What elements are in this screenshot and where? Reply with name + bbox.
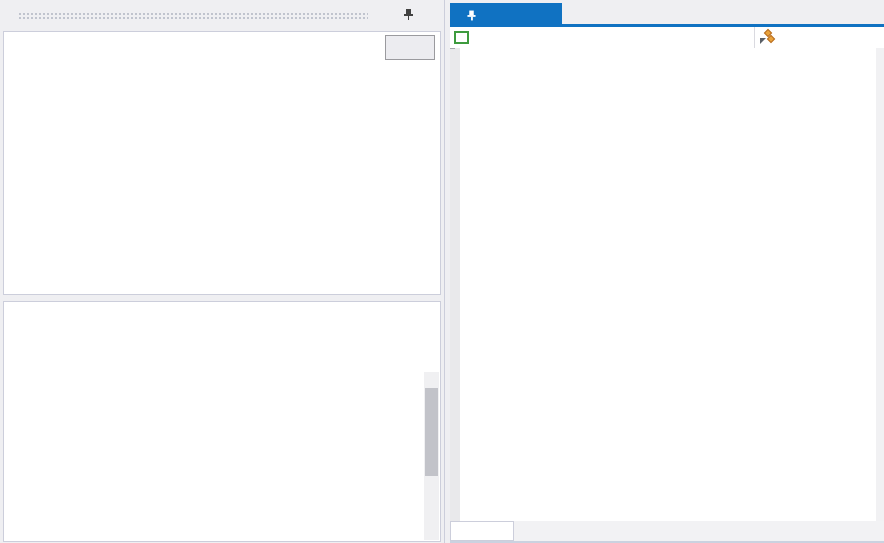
properties-panel [3, 301, 441, 542]
scroll-down-icon[interactable] [424, 525, 439, 540]
titlebar-drag-grip[interactable] [18, 12, 368, 19]
syntax-visualizer-tool-window [0, 0, 445, 543]
property-type-row [37, 329, 69, 343]
tool-window-titlebar [0, 0, 444, 29]
window-position-menu-icon[interactable] [378, 6, 398, 24]
type-dropdown[interactable] [755, 27, 884, 48]
editor-bottom-bar [450, 521, 884, 543]
scroll-up-icon[interactable] [424, 372, 439, 387]
horizontal-scrollbar-track[interactable] [514, 521, 884, 541]
csharp-project-icon [454, 31, 469, 44]
editor-vertical-scrollbar[interactable] [876, 48, 884, 521]
breakpoint-margin[interactable] [450, 48, 460, 521]
pin-icon [404, 9, 413, 20]
document-tab-strip [450, 0, 884, 27]
scrollbar-thumb[interactable] [425, 388, 438, 476]
editor-navigation-bar [450, 27, 884, 49]
project-dropdown[interactable] [450, 27, 755, 48]
window-close-icon[interactable] [418, 6, 438, 24]
legend-button[interactable] [385, 35, 435, 60]
class-icon [759, 30, 775, 46]
properties-grid [5, 372, 424, 540]
code-editor[interactable] [450, 48, 884, 521]
editor-zoom-dropdown[interactable] [450, 521, 514, 541]
editor-group [450, 0, 884, 543]
window-pin-icon[interactable] [398, 6, 418, 24]
properties-scrollbar[interactable] [424, 372, 439, 540]
outlining-scope-end-tick [450, 48, 455, 49]
tab-pin-icon[interactable] [467, 10, 475, 20]
property-kind-row [37, 351, 69, 365]
syntax-tree-panel [3, 31, 441, 295]
